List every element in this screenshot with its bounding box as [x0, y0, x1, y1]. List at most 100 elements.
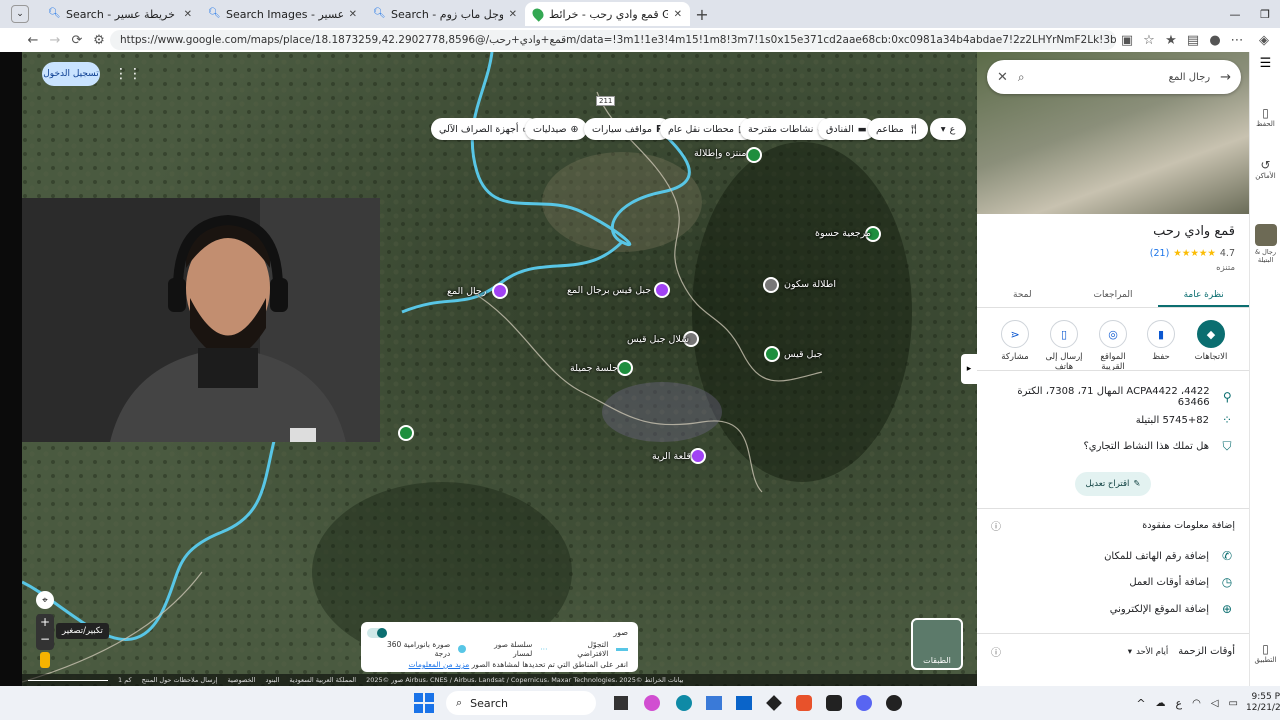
place-label[interactable]: مرجعية حسوة: [815, 228, 871, 239]
tab-search-asir[interactable]: 🔍︎ Search - خريطة عسير ✕: [40, 2, 200, 26]
place-pin[interactable]: [764, 346, 780, 362]
store-icon[interactable]: [706, 696, 722, 710]
minimize-icon[interactable]: —: [1220, 8, 1250, 21]
chip-pharmacies[interactable]: ⊕ صيدليات: [525, 118, 587, 140]
close-icon[interactable]: ✕: [509, 9, 517, 20]
more-icon[interactable]: ⋯: [1226, 33, 1248, 48]
onedrive-icon[interactable]: ☁: [1156, 698, 1166, 709]
discord-icon[interactable]: [856, 695, 872, 711]
search-icon[interactable]: ⌕: [1018, 70, 1025, 85]
place-label[interactable]: اطلالة سكون: [784, 279, 836, 290]
place-pin[interactable]: [690, 448, 706, 464]
copilot-icon[interactable]: [644, 695, 660, 711]
satellite-map[interactable]: تسجيل الدخول ⋮⋮ ▭أجهزة الصراف الآلي ⊕صيد…: [22, 52, 977, 686]
url-field[interactable]: https://www.google.com/maps/place/قمع+وا…: [110, 30, 1116, 50]
close-icon[interactable]: ✕: [349, 9, 357, 20]
zoom-out-button[interactable]: −: [36, 631, 54, 648]
chip-restaurants[interactable]: 🍴︎ مطاعم: [868, 118, 928, 140]
task-view-icon[interactable]: [614, 696, 628, 710]
feedback-link[interactable]: إرسال ملاحظات حول المنتج: [142, 676, 218, 684]
place-label[interactable]: شلال جبل قيس: [627, 334, 689, 345]
tab-about[interactable]: لمحة: [977, 282, 1068, 307]
favorites-icon[interactable]: ★: [1160, 33, 1182, 48]
layers-button[interactable]: الطبقات: [911, 618, 963, 670]
send-to-phone-button[interactable]: ▯ إرسال إلى هاتف: [1044, 320, 1084, 372]
tab-icon[interactable]: ▣: [1116, 33, 1138, 48]
panel-toggle[interactable]: ع ▾: [930, 118, 966, 140]
place-label[interactable]: قلعة الرية: [652, 451, 691, 462]
region-link[interactable]: المملكة العربية السعودية: [289, 676, 356, 684]
windows-start-icon[interactable]: [414, 693, 434, 713]
login-button[interactable]: تسجيل الدخول: [42, 62, 100, 86]
chevron-up-icon[interactable]: ^: [1136, 697, 1145, 710]
reload-icon[interactable]: ⟳: [66, 33, 88, 48]
google-apps-icon[interactable]: ⋮⋮: [114, 66, 142, 82]
info-icon[interactable]: ⓘ: [991, 518, 1001, 533]
place-category[interactable]: متنزه: [1216, 263, 1235, 273]
place-label[interactable]: رجال المع: [447, 286, 486, 297]
place-rail-item[interactable]: رجال & البتيلة: [1250, 224, 1280, 264]
search-box[interactable]: ✕ ⌕ رجال المع →: [987, 60, 1241, 94]
app-icon[interactable]: [826, 695, 842, 711]
new-tab-button[interactable]: +: [690, 5, 714, 24]
day-select[interactable]: أيام الأحد ▾: [1128, 647, 1169, 657]
review-count[interactable]: (21): [1150, 248, 1170, 259]
clock[interactable]: 9:55 P 12/21/20: [1246, 692, 1280, 714]
volume-icon[interactable]: ◁: [1211, 698, 1219, 709]
place-label[interactable]: منتزه وإطلالة: [694, 148, 747, 159]
menu-icon[interactable]: ☰: [1250, 56, 1280, 71]
apps-rail-item[interactable]: ▯ التطبيق: [1250, 642, 1280, 664]
place-pin[interactable]: [654, 282, 670, 298]
nearby-button[interactable]: ◎ المواقع القريبة: [1093, 320, 1133, 372]
profile-avatar[interactable]: ●: [1204, 33, 1226, 48]
zoom-in-button[interactable]: +: [36, 614, 54, 631]
place-pin[interactable]: [746, 147, 762, 163]
language-indicator[interactable]: ع: [1176, 697, 1183, 710]
saved-rail-item[interactable]: ▯ الحفظ: [1250, 106, 1280, 128]
tab-list-button[interactable]: ⌄: [0, 5, 40, 23]
claim-row[interactable]: هل تملك هذا النشاط التجاري؟ ⛉: [991, 439, 1235, 454]
copilot-icon[interactable]: ◈: [1248, 33, 1280, 48]
zoom-controls[interactable]: + −: [36, 614, 54, 650]
terms-link[interactable]: البنود: [265, 676, 279, 684]
place-pin[interactable]: [763, 277, 779, 293]
site-info-icon[interactable]: ⚙: [88, 33, 110, 48]
add-phone-row[interactable]: إضافة رقم الهاتف للمكان ✆: [991, 549, 1235, 563]
info-icon[interactable]: ⓘ: [991, 644, 1001, 659]
brave-icon[interactable]: [796, 695, 812, 711]
search-input[interactable]: رجال المع: [1035, 72, 1210, 83]
place-label[interactable]: جبل قيس برجال المع: [567, 285, 651, 296]
tab-overview[interactable]: نظرة عامة: [1158, 282, 1249, 307]
close-icon[interactable]: ✕: [184, 9, 192, 20]
star-icon[interactable]: ☆: [1138, 33, 1160, 48]
pegman-icon[interactable]: [40, 652, 50, 668]
wifi-icon[interactable]: ◠: [1192, 698, 1201, 709]
collections-icon[interactable]: ▤: [1182, 33, 1204, 48]
legend-more-link[interactable]: مزيد من المعلومات: [409, 660, 470, 669]
place-pin[interactable]: [617, 360, 633, 376]
recents-rail-item[interactable]: ↺ الأماكن: [1250, 158, 1280, 180]
my-location-button[interactable]: ⌖: [36, 591, 54, 609]
add-hours-row[interactable]: إضافة أوقات العمل ◷: [991, 575, 1235, 589]
chip-atms[interactable]: ▭أجهزة الصراف الآلي: [431, 118, 540, 140]
close-icon[interactable]: ✕: [674, 9, 682, 20]
battery-icon[interactable]: ▭: [1229, 698, 1238, 709]
app-icon[interactable]: [886, 695, 902, 711]
chip-parking[interactable]: Pمواقف سيارات: [584, 118, 671, 140]
plus-code-row[interactable]: 5745+82 البتيلة ⁘: [991, 413, 1235, 427]
edge-icon[interactable]: [676, 695, 692, 711]
share-button[interactable]: ⋖ مشاركة: [995, 320, 1035, 362]
tab-google-maps[interactable]: قمع وادي رحب - خرائط Google ✕: [525, 2, 690, 26]
outlook-icon[interactable]: [736, 696, 752, 710]
save-button[interactable]: ▮ حفظ: [1141, 320, 1181, 362]
place-label[interactable]: جلسة جميلة: [570, 363, 618, 374]
suggest-edit-button[interactable]: ✎ اقتراح تعديل: [1075, 472, 1151, 496]
directions-arrow-icon[interactable]: →: [1220, 70, 1231, 85]
close-icon[interactable]: ✕: [997, 70, 1008, 85]
forward-icon[interactable]: →: [44, 33, 66, 48]
legend-toggle[interactable]: [367, 628, 387, 638]
maximize-icon[interactable]: ❐: [1250, 8, 1280, 21]
tab-reviews[interactable]: المراجعات: [1068, 282, 1159, 307]
app-icon[interactable]: [766, 695, 782, 711]
privacy-link[interactable]: الخصوصية: [228, 676, 256, 684]
